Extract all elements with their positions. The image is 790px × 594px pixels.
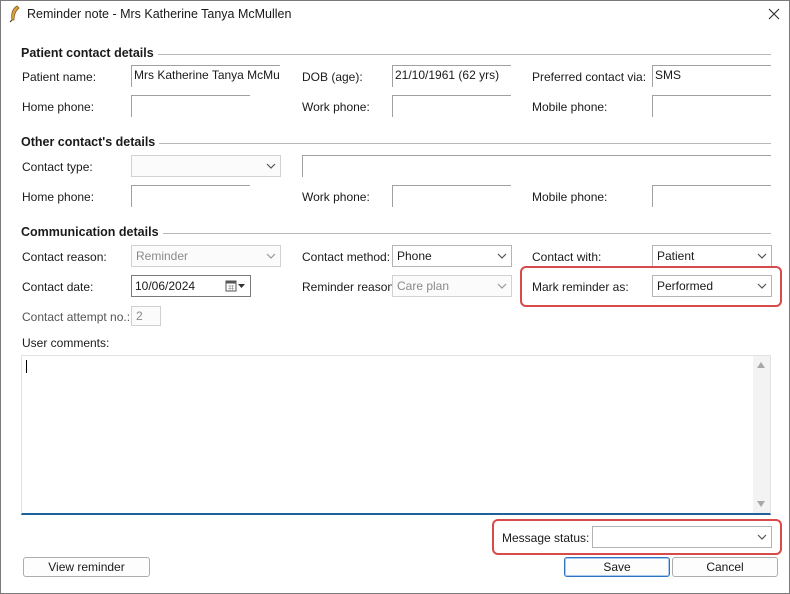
other-work-phone-label: Work phone: xyxy=(302,190,370,204)
contact-attempt-label: Contact attempt no.: xyxy=(22,310,131,324)
contact-with-label: Contact with: xyxy=(532,250,602,264)
work-phone-label: Work phone: xyxy=(302,100,370,114)
calendar-icon[interactable] xyxy=(225,280,247,292)
preferred-contact-field: SMS xyxy=(652,65,771,87)
chevron-down-icon xyxy=(497,253,507,259)
home-phone-field xyxy=(131,95,250,117)
patient-name-label: Patient name: xyxy=(22,70,97,84)
message-status-select[interactable] xyxy=(592,526,772,548)
window-title: Reminder note - Mrs Katherine Tanya McMu… xyxy=(27,7,292,21)
chevron-down-icon xyxy=(266,253,276,259)
user-comments-textarea[interactable] xyxy=(21,355,771,515)
contact-method-label: Contact method: xyxy=(302,250,391,264)
scroll-up-icon[interactable] xyxy=(757,362,765,368)
reminder-reason-select[interactable]: Care plan xyxy=(392,275,512,297)
mobile-phone-field xyxy=(652,95,771,117)
other-mobile-phone-field[interactable] xyxy=(652,185,771,207)
mobile-phone-label: Mobile phone: xyxy=(532,100,608,114)
patient-contact-heading: Patient contact details xyxy=(21,46,158,60)
cancel-button[interactable]: Cancel xyxy=(672,557,778,577)
other-mobile-phone-label: Mobile phone: xyxy=(532,190,608,204)
view-reminder-button[interactable]: View reminder xyxy=(23,557,150,577)
contact-attempt-field: 2 xyxy=(131,306,161,326)
reminder-note-window: Reminder note - Mrs Katherine Tanya McMu… xyxy=(0,0,790,594)
contact-date-value: 10/06/2024 xyxy=(135,279,196,293)
text-caret xyxy=(26,360,27,373)
title-bar: Reminder note - Mrs Katherine Tanya McMu… xyxy=(1,1,789,27)
dob-field: 21/10/1961 (62 yrs) xyxy=(392,65,511,87)
chevron-down-icon xyxy=(757,534,767,540)
contact-method-select[interactable]: Phone xyxy=(392,245,512,267)
other-contact-heading: Other contact's details xyxy=(21,135,160,149)
contact-type-select[interactable] xyxy=(131,155,281,177)
scroll-down-icon[interactable] xyxy=(757,501,765,507)
contact-date-picker[interactable]: 10/06/2024 xyxy=(131,275,251,297)
reminder-reason-label: Reminder reason: xyxy=(302,280,398,294)
contact-type-label: Contact type: xyxy=(22,160,93,174)
other-home-phone-field[interactable] xyxy=(131,185,250,207)
work-phone-field xyxy=(392,95,511,117)
chevron-down-icon xyxy=(497,283,507,289)
message-status-label: Message status: xyxy=(502,531,590,545)
mark-reminder-select[interactable]: Performed xyxy=(652,275,772,297)
chevron-down-icon xyxy=(757,253,767,259)
app-feather-icon xyxy=(9,5,20,23)
communication-heading: Communication details xyxy=(21,225,163,239)
contact-name-field[interactable] xyxy=(302,155,771,177)
close-button[interactable] xyxy=(759,1,789,27)
chevron-down-icon xyxy=(757,283,767,289)
dialog-body: Patient contact details Patient name: Mr… xyxy=(1,29,789,593)
save-button[interactable]: Save xyxy=(564,557,670,577)
reminder-reason-value: Care plan xyxy=(397,279,450,293)
contact-reason-label: Contact reason: xyxy=(22,250,107,264)
user-comments-label: User comments: xyxy=(22,336,110,350)
home-phone-label: Home phone: xyxy=(22,100,95,114)
contact-method-value: Phone xyxy=(397,249,432,263)
mark-reminder-value: Performed xyxy=(657,279,714,293)
contact-reason-value: Reminder xyxy=(136,249,189,263)
contact-with-value: Patient xyxy=(657,249,695,263)
contact-reason-select[interactable]: Reminder xyxy=(131,245,281,267)
dob-label: DOB (age): xyxy=(302,70,363,84)
contact-with-select[interactable]: Patient xyxy=(652,245,772,267)
preferred-contact-label: Preferred contact via: xyxy=(532,70,647,84)
other-work-phone-field[interactable] xyxy=(392,185,511,207)
mark-reminder-label: Mark reminder as: xyxy=(532,280,629,294)
other-home-phone-label: Home phone: xyxy=(22,190,95,204)
contact-date-label: Contact date: xyxy=(22,280,94,294)
close-icon xyxy=(768,8,780,20)
patient-name-field: Mrs Katherine Tanya McMullen xyxy=(131,65,280,87)
chevron-down-icon xyxy=(266,163,276,169)
comments-scrollbar[interactable] xyxy=(753,356,770,513)
